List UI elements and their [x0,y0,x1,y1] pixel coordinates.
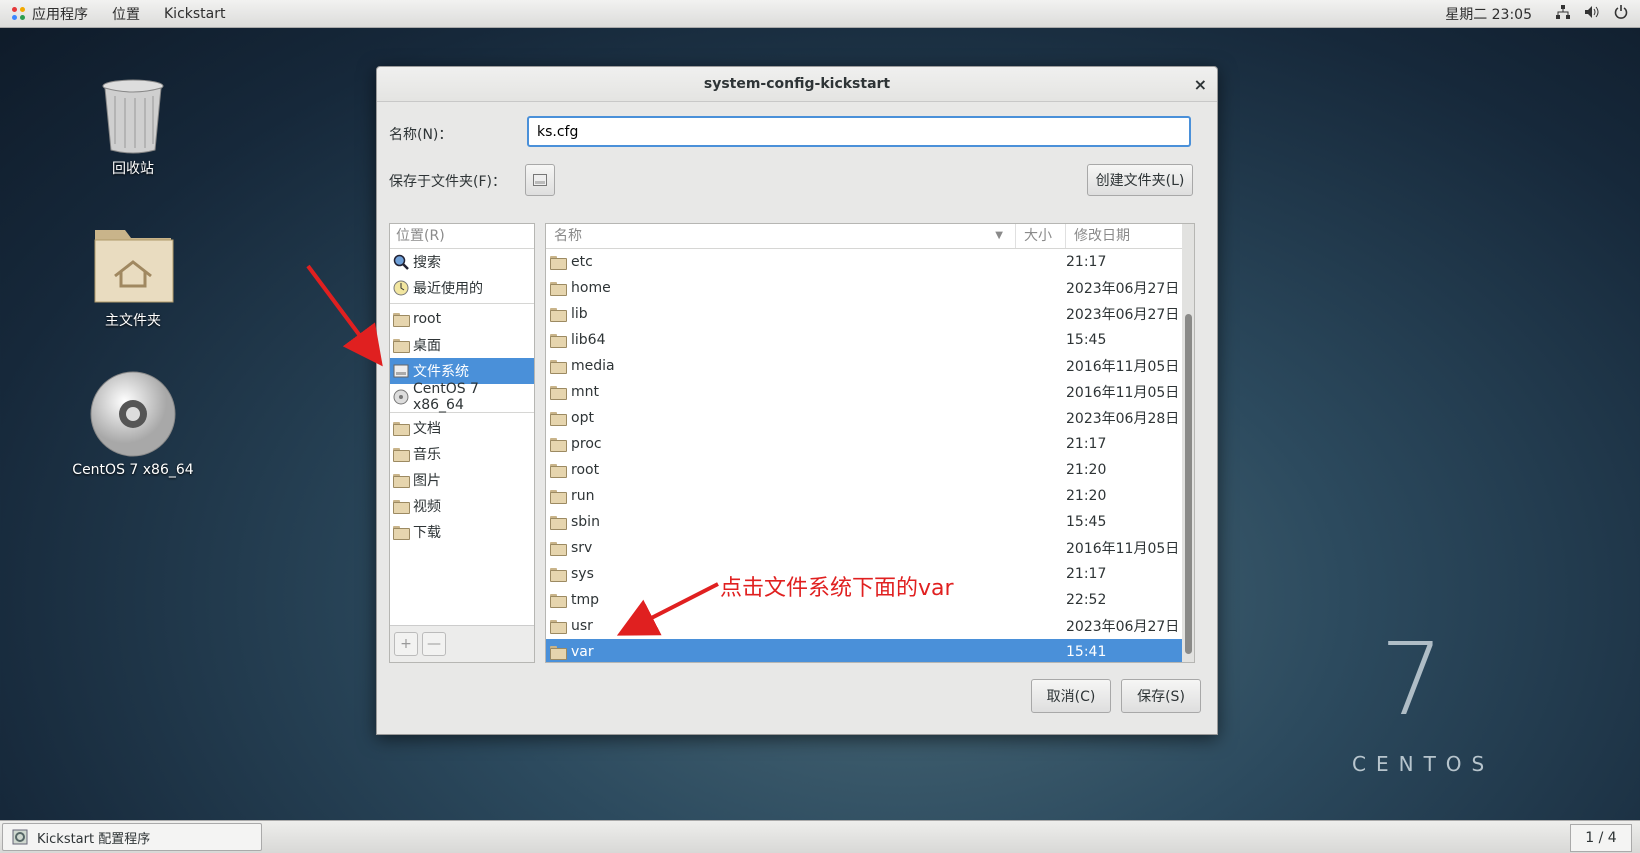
task-label: Kickstart 配置程序 [37,831,151,847]
arrow-to-filesystem [306,264,383,367]
task-kickstart[interactable]: Kickstart 配置程序 [2,823,262,851]
bottom-panel: Kickstart 配置程序 1 / 4 [0,820,1640,853]
annotation-arrows [306,264,719,636]
arrow-to-var [616,582,719,636]
annotation-text: 点击文件系统下面的var [720,576,954,601]
workspace-indicator[interactable]: 1 / 4 [1570,824,1632,852]
kickstart-app-icon [12,829,28,845]
